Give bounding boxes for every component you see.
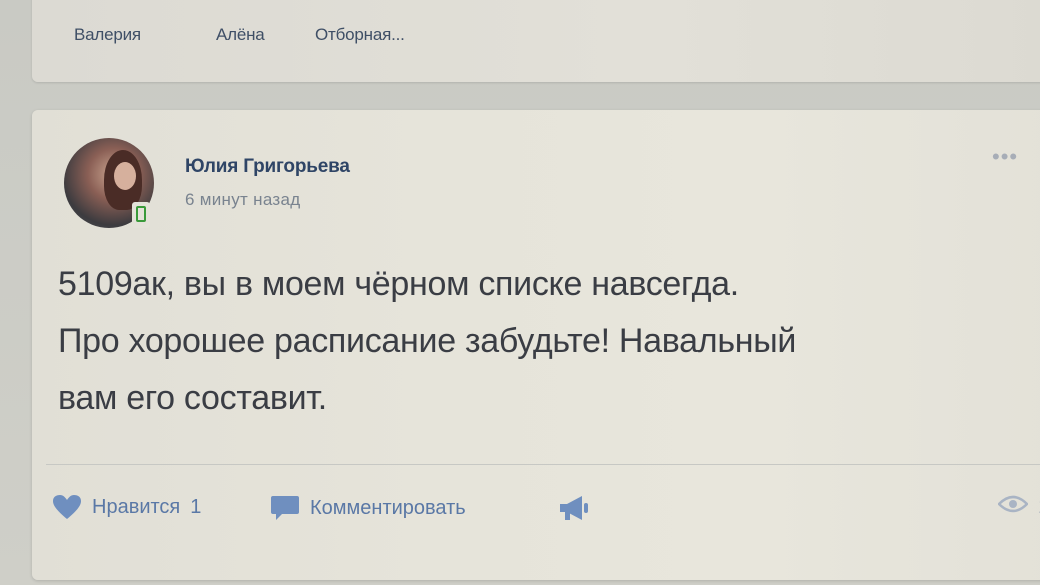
like-label: Нравится — [92, 495, 181, 518]
post-text-line: Про хорошее расписание забудьте! Навальн… — [58, 322, 797, 360]
stories-card: Валерия Алёна Отборная... — [32, 0, 1040, 82]
post-text-line: 5109ак, вы в моем чёрном списке навсегда… — [58, 265, 739, 303]
post-author[interactable]: Юлия Григорьева — [185, 156, 350, 178]
story-name[interactable]: Алёна — [216, 25, 265, 45]
post-time[interactable]: 6 минут назад — [185, 190, 300, 210]
like-button[interactable]: Нравится 1 — [52, 494, 201, 520]
divider — [46, 464, 1040, 465]
mobile-online-icon — [132, 202, 150, 228]
share-button[interactable] — [558, 494, 590, 522]
comment-label: Комментировать — [310, 496, 466, 519]
post-card: Юлия Григорьева 6 минут назад ••• 5109ак… — [32, 110, 1040, 580]
comment-button[interactable]: Комментировать — [270, 494, 466, 522]
views-counter: 1 — [997, 494, 1040, 520]
avatar-face — [114, 162, 136, 190]
like-count: 1 — [190, 495, 202, 518]
post-text-line: вам его составит. — [58, 379, 327, 417]
story-name[interactable]: Валерия — [74, 25, 141, 45]
post-actions: Нравится 1 Комментировать — [48, 494, 1040, 528]
comment-bubble-icon — [270, 494, 300, 522]
heart-icon — [52, 494, 82, 520]
story-name[interactable]: Отборная... — [315, 25, 405, 45]
eye-icon — [997, 494, 1029, 520]
megaphone-icon — [558, 494, 590, 522]
post-text: 5109ак, вы в моем чёрном списке навсегда… — [58, 256, 1040, 427]
ellipsis-icon[interactable]: ••• — [992, 146, 1018, 168]
